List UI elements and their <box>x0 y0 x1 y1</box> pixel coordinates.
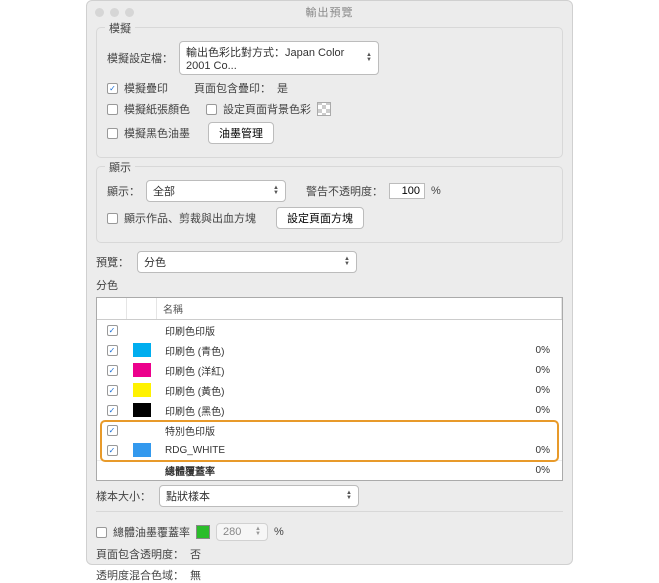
separations-title: 分色 <box>96 277 118 293</box>
tac-value-select[interactable]: 280 ▲▼ <box>216 523 268 541</box>
row-pct: 0% <box>512 405 562 416</box>
titlebar: 輸出預覽 <box>87 1 572 23</box>
overprint-label: 模擬疊印 <box>124 80 168 96</box>
simulate-title: 模擬 <box>105 20 135 36</box>
row-name: 特別色印版 <box>157 423 512 438</box>
preview-label: 預覽： <box>96 254 129 270</box>
row-pct: 0% <box>512 445 562 456</box>
total-value: 0% <box>512 465 562 476</box>
chevron-updown-icon: ▲▼ <box>255 527 261 537</box>
chevron-updown-icon: ▲▼ <box>346 491 352 501</box>
row-checkbox[interactable]: ✓ <box>107 385 118 396</box>
tac-unit: % <box>274 526 284 538</box>
row-checkbox[interactable]: ✓ <box>107 445 118 456</box>
set-page-box-button[interactable]: 設定頁面方塊 <box>276 207 364 229</box>
bg-color-swatch[interactable] <box>317 102 331 116</box>
table-row[interactable]: ✓ 印刷色 (青色)0% <box>97 340 562 360</box>
black-ink-label: 模擬黑色油墨 <box>124 125 190 141</box>
page-overprint-label: 頁面包含疊印： <box>194 80 271 96</box>
chevron-updown-icon: ▲▼ <box>366 53 372 63</box>
blend-label: 透明度混合色域： <box>96 567 184 583</box>
display-section: 顯示 顯示： 全部 ▲▼ 警告不透明度： % 顯示作品、剪裁與出血方塊 設定頁面… <box>96 166 563 243</box>
display-title: 顯示 <box>105 159 135 175</box>
color-swatch <box>133 363 151 377</box>
profile-label: 模擬設定檔： <box>107 50 173 66</box>
warn-unit: % <box>431 185 441 197</box>
tac-checkbox[interactable] <box>96 527 107 538</box>
preview-row: 預覽： 分色 ▲▼ <box>96 251 563 273</box>
color-swatch <box>133 443 151 457</box>
paper-checkbox[interactable] <box>107 104 118 115</box>
preview-value: 分色 <box>144 254 166 270</box>
row-name: 印刷色印版 <box>157 323 512 338</box>
overprint-checkbox[interactable]: ✓ <box>107 83 118 94</box>
row-name: RDG_WHITE <box>157 445 512 456</box>
row-name: 印刷色 (洋紅) <box>157 363 512 378</box>
row-pct: 0% <box>512 385 562 396</box>
transparency-label: 頁面包含透明度： <box>96 546 184 562</box>
row-name: 印刷色 (青色) <box>157 343 512 358</box>
table-row[interactable]: ✓ 印刷色 (洋紅)0% <box>97 360 562 380</box>
row-name: 印刷色 (黃色) <box>157 383 512 398</box>
tac-value: 280 <box>223 526 241 538</box>
window-title: 輸出預覽 <box>87 4 572 20</box>
black-ink-checkbox[interactable] <box>107 128 118 139</box>
transparency-value: 否 <box>190 546 201 562</box>
separations-table: 名稱 ✓印刷色印版✓印刷色 (青色)0%✓印刷色 (洋紅)0%✓印刷色 (黃色)… <box>96 297 563 481</box>
page-overprint-value: 是 <box>277 80 288 96</box>
tac-color-swatch[interactable] <box>196 525 210 539</box>
row-checkbox[interactable]: ✓ <box>107 405 118 416</box>
row-checkbox[interactable]: ✓ <box>107 325 118 336</box>
color-swatch <box>133 323 151 337</box>
color-swatch <box>133 383 151 397</box>
art-checkbox[interactable] <box>107 213 118 224</box>
profile-value: 輸出色彩比對方式：Japan Color 2001 Co... <box>186 44 360 72</box>
table-row[interactable]: ✓ 印刷色 (黃色)0% <box>97 380 562 400</box>
table-row[interactable]: ✓ 印刷色 (黑色)0% <box>97 400 562 420</box>
row-checkbox[interactable]: ✓ <box>107 365 118 376</box>
output-preview-window: 輸出預覽 模擬 模擬設定檔： 輸出色彩比對方式：Japan Color 2001… <box>86 0 573 565</box>
bg-checkbox[interactable] <box>206 104 217 115</box>
warn-opacity-field[interactable] <box>389 183 425 199</box>
chevron-updown-icon: ▲▼ <box>273 186 279 196</box>
warn-label: 警告不透明度： <box>306 183 383 199</box>
table-header: 名稱 <box>97 298 562 320</box>
show-select[interactable]: 全部 ▲▼ <box>146 180 286 202</box>
paper-label: 模擬紙張顏色 <box>124 101 190 117</box>
bg-label: 設定頁面背景色彩 <box>223 101 311 117</box>
row-checkbox[interactable]: ✓ <box>107 425 118 436</box>
row-pct: 0% <box>512 345 562 356</box>
art-label: 顯示作品、剪裁與出血方塊 <box>124 210 256 226</box>
sample-value: 點狀樣本 <box>166 488 210 504</box>
table-row[interactable]: ✓ 印刷色印版 <box>97 320 562 340</box>
color-swatch <box>133 343 151 357</box>
col-name: 名稱 <box>157 298 562 319</box>
table-row[interactable]: ✓ RDG_WHITE0% <box>97 440 562 460</box>
chevron-updown-icon: ▲▼ <box>344 257 350 267</box>
sample-select[interactable]: 點狀樣本 ▲▼ <box>159 485 359 507</box>
sample-row: 樣本大小： 點狀樣本 ▲▼ <box>96 485 563 507</box>
simulate-section: 模擬 模擬設定檔： 輸出色彩比對方式：Japan Color 2001 Co..… <box>96 27 563 158</box>
total-label: 總體覆蓋率 <box>157 463 512 478</box>
profile-select[interactable]: 輸出色彩比對方式：Japan Color 2001 Co... ▲▼ <box>179 41 379 75</box>
blend-value: 無 <box>190 567 201 583</box>
show-value: 全部 <box>153 183 175 199</box>
row-name: 印刷色 (黑色) <box>157 403 512 418</box>
table-row[interactable]: ✓ 特別色印版 <box>97 420 562 440</box>
ink-management-button[interactable]: 油墨管理 <box>208 122 274 144</box>
sample-label: 樣本大小： <box>96 488 151 504</box>
row-checkbox[interactable]: ✓ <box>107 345 118 356</box>
color-swatch <box>133 403 151 417</box>
preview-select[interactable]: 分色 ▲▼ <box>137 251 357 273</box>
show-label: 顯示： <box>107 183 140 199</box>
row-pct: 0% <box>512 365 562 376</box>
tac-label: 總體油墨覆蓋率 <box>113 524 190 540</box>
